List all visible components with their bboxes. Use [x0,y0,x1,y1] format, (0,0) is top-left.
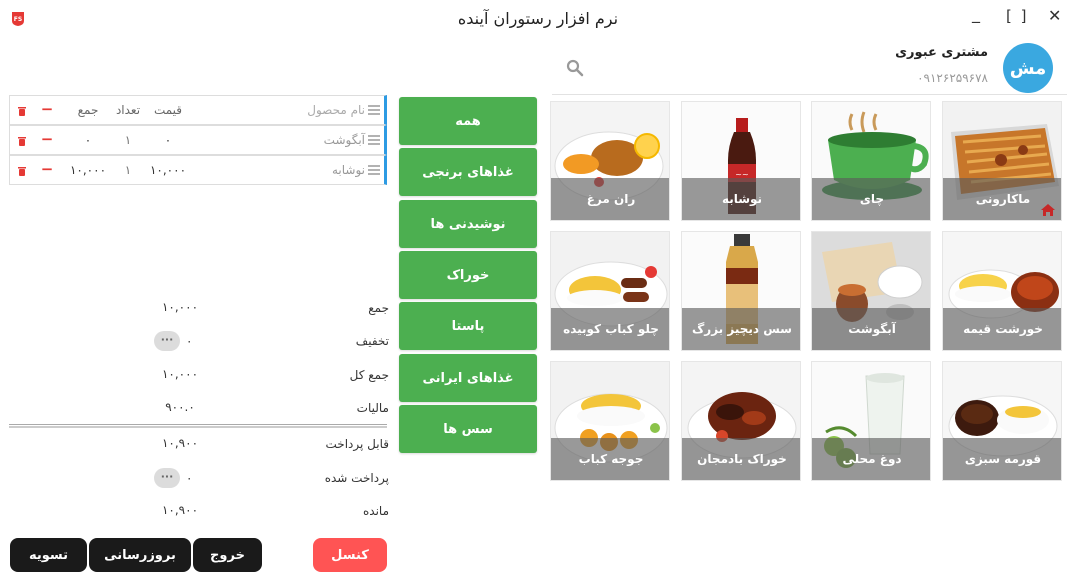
discount-label: تخفیف [355,334,389,348]
product-card-joojeh[interactable]: جوجه کباب [550,361,670,481]
order-table: نام محصول قیمت تعداد جمع − آبگوشت ۰ ۱ ۰ … [9,95,387,186]
category-iranian[interactable]: غذاهای ایرانی [399,354,537,402]
category-rice-dishes[interactable]: غذاهای برنجی [399,148,537,196]
search-icon[interactable] [566,59,584,77]
close-button[interactable]: ✕ [1048,6,1061,25]
product-name: قورمه سبزی [943,438,1061,480]
minimize-button[interactable]: _ [972,4,980,23]
product-card-tea[interactable]: چای [811,101,931,221]
column-header-name: نام محصول [307,103,365,117]
product-card-chicken[interactable]: ران مرغ [550,101,670,221]
product-name: جوجه کباب [551,438,669,480]
totals-divider [9,424,387,428]
discount-options-button[interactable]: ··· [154,331,180,351]
tax-label: مالیات [356,401,389,415]
discount-value[interactable]: ۰ [186,334,192,348]
product-card-kabab[interactable]: چلو کباب کوبیده [550,231,670,351]
column-header-price: قیمت [153,103,183,117]
paid-label: پرداخت شده [324,471,389,485]
product-name: ران مرغ [551,178,669,220]
order-item-price: ۱۰,۰۰۰ [149,163,187,177]
product-card-ghormeh[interactable]: قورمه سبزی [942,361,1062,481]
product-name: دوغ محلی [812,438,930,480]
order-row[interactable]: نوشابه ۱۰,۰۰۰ ۱ ۱۰,۰۰۰ − [9,155,387,185]
product-card-soda[interactable]: ~~ نوشابه [681,101,801,221]
order-item-name: نوشابه [331,163,365,177]
update-button[interactable]: بروزرسانی [89,538,191,572]
payable-value: ۱۰,۹۰۰ [161,436,199,450]
product-name: آبگوشت [812,308,930,350]
payable-label: قابل پرداخت [325,437,389,451]
category-all[interactable]: همه [399,97,537,145]
column-header-qty: تعداد [115,103,141,117]
maximize-button[interactable]: [ ] [1006,7,1028,25]
trash-icon[interactable] [17,135,27,146]
product-name: چای [812,178,930,220]
trash-icon[interactable] [17,105,27,116]
menu-lines-icon [368,135,380,145]
remaining-label: مانده [362,504,389,518]
order-row[interactable]: آبگوشت ۰ ۱ ۰ − [9,125,387,155]
product-name: خوراک بادمجان [682,438,800,480]
exit-button[interactable]: خروج [193,538,262,572]
home-icon [1041,204,1055,216]
settle-button[interactable]: تسویه [10,538,87,572]
category-pasta[interactable]: پاستا [399,302,537,350]
customer-phone: ۰۹۱۲۶۲۵۹۶۷۸ [917,71,988,85]
order-item-name: آبگوشت [323,133,365,147]
paid-value[interactable]: ۰ [186,471,192,485]
subtotal-value: ۱۰,۰۰۰ [161,300,199,314]
trash-icon[interactable] [17,165,27,176]
window-title: نرم افزار رستوران آینده [457,9,619,28]
grand-total-label: جمع کل [349,368,389,382]
order-table-header: نام محصول قیمت تعداد جمع − [9,95,387,125]
menu-lines-icon [368,165,380,175]
product-card-sauce[interactable]: سس دیچیز بزرگ [681,231,801,351]
decrease-qty-button[interactable]: − [40,160,54,178]
product-card-eggplant[interactable]: خوراک بادمجان [681,361,801,481]
subtotal-label: جمع [368,301,389,315]
column-header-sum: جمع [77,103,99,117]
title-bar: FS نرم افزار رستوران آینده _ [ ] ✕ [0,0,1076,40]
order-item-qty[interactable]: ۱ [113,163,143,177]
product-card-abgoosht[interactable]: آبگوشت [811,231,931,351]
tax-value: ۹۰۰.۰ [165,400,195,414]
customer-avatar[interactable]: مش [1003,43,1053,93]
category-stews[interactable]: خوراک [399,251,537,299]
decrease-qty-button[interactable]: − [40,130,54,148]
menu-lines-icon [368,105,380,115]
order-item-price: ۰ [164,133,172,147]
product-card-gheymeh[interactable]: خورشت قیمه [942,231,1062,351]
category-drinks[interactable]: نوشیدنی ها [399,200,537,248]
paid-options-button[interactable]: ··· [154,468,180,488]
grand-total-value: ۱۰,۰۰۰ [161,367,199,381]
category-sauces[interactable]: سس ها [399,405,537,453]
product-name: سس دیچیز بزرگ [682,308,800,350]
order-item-qty[interactable]: ۱ [113,133,143,147]
product-name: چلو کباب کوبیده [551,308,669,350]
order-item-sum: ۱۰,۰۰۰ [69,163,107,177]
product-name: خورشت قیمه [943,308,1061,350]
minus-button[interactable]: − [40,100,54,118]
product-card-doogh[interactable]: دوغ محلی [811,361,931,481]
customer-name: مشتری عبوری [895,45,988,60]
product-name: نوشابه [682,178,800,220]
order-item-sum: ۰ [84,133,92,147]
remaining-value: ۱۰,۹۰۰ [161,503,199,517]
cancel-button[interactable]: کنسل [313,538,387,572]
header-divider [552,94,1067,95]
